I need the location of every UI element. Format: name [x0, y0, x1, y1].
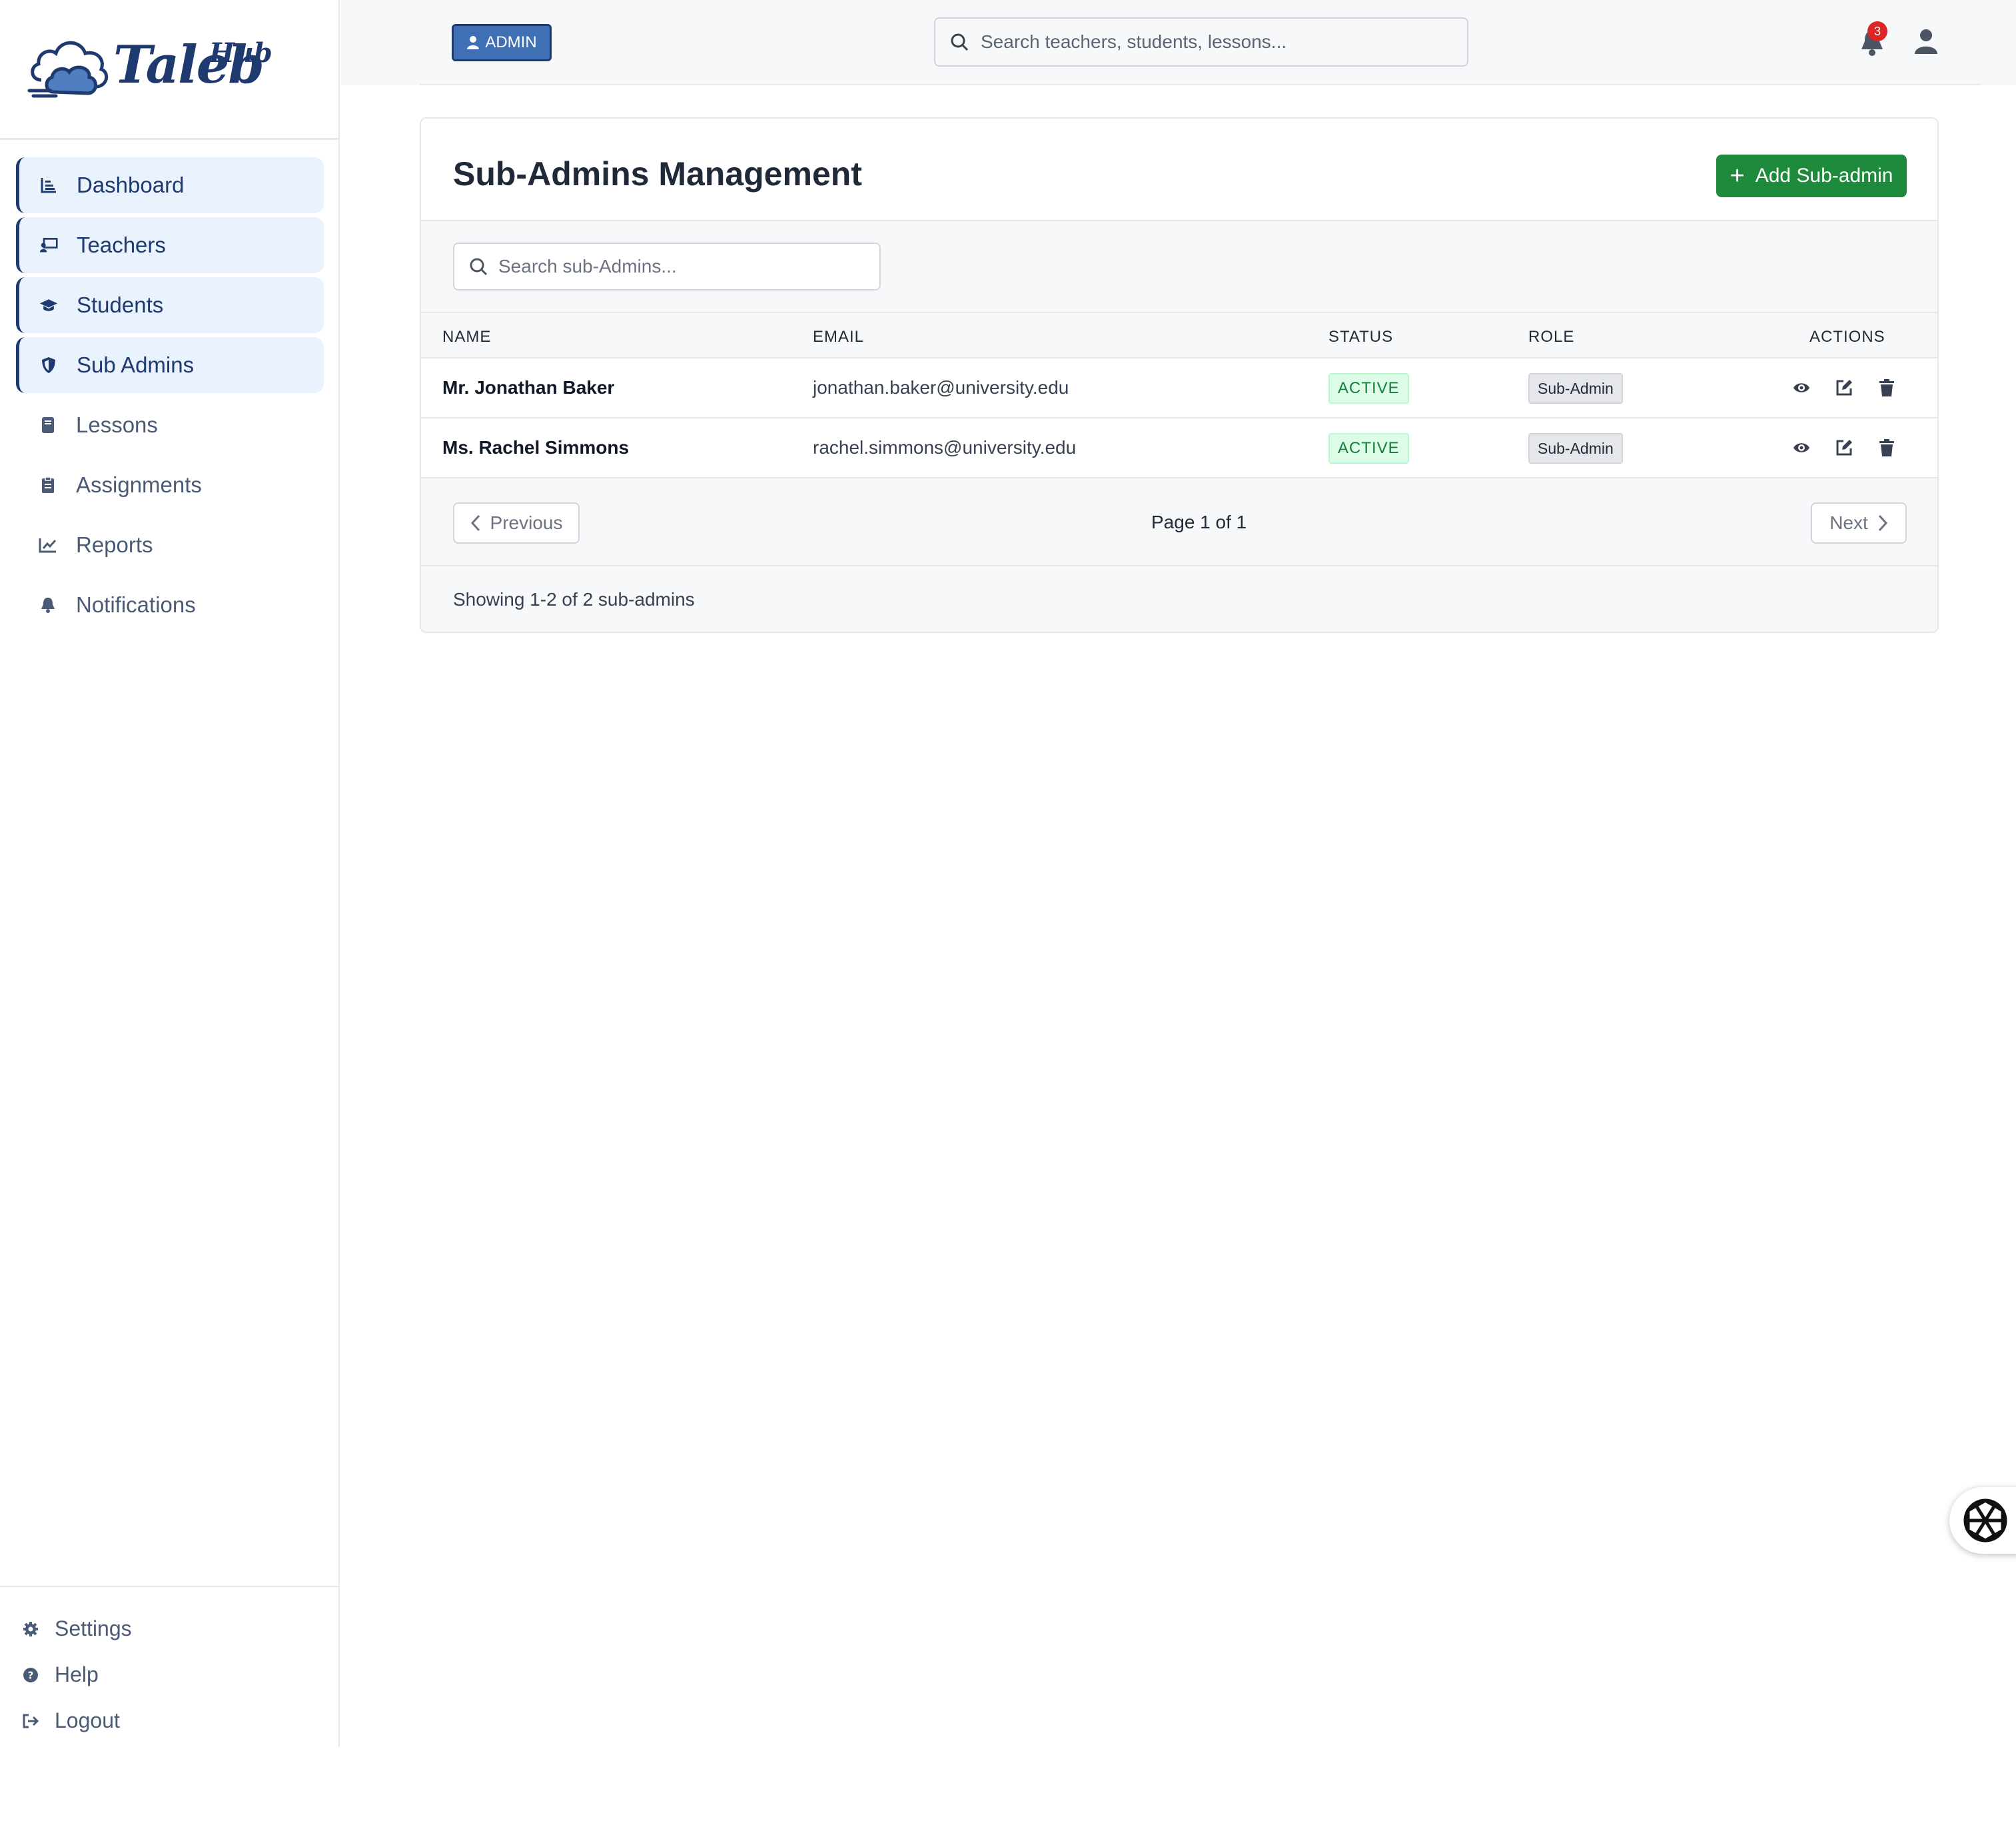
sidebar-item-label: Notifications: [76, 592, 196, 617]
add-sub-admin-button[interactable]: + Add Sub-admin: [1716, 155, 1907, 197]
add-sub-admin-label: Add Sub-admin: [1755, 165, 1893, 187]
role-badge: Sub-Admin: [1528, 373, 1623, 404]
sub-admin-name: Ms. Rachel Simmons: [442, 437, 630, 458]
search-icon: [951, 33, 969, 51]
search-icon: [470, 258, 488, 276]
user-shield-icon: [467, 36, 480, 49]
global-search-input[interactable]: [981, 31, 1447, 53]
plus-icon: +: [1730, 162, 1745, 190]
sidebar-item-teachers[interactable]: Teachers: [16, 217, 324, 273]
gear-icon: [21, 1620, 40, 1638]
sidebar-item-reports[interactable]: Reports: [16, 517, 324, 573]
logo[interactable]: Taleb Hub: [0, 0, 338, 140]
sidebar-item-notifications[interactable]: Notifications: [16, 577, 324, 633]
next-label: Next: [1829, 512, 1868, 533]
sidebar-item-label: Settings: [55, 1616, 132, 1640]
column-header-role[interactable]: ROLE: [1528, 328, 1574, 346]
sidebar: Taleb Hub Dashboard Teachers Students Su…: [0, 0, 340, 1747]
sub-admin-name: Mr. Jonathan Baker: [442, 377, 615, 398]
sidebar-item-label: Reports: [76, 532, 153, 557]
chevron-right-icon: [1878, 514, 1887, 532]
question-circle-icon: ?: [21, 1666, 40, 1684]
edit-icon[interactable]: [1835, 438, 1853, 457]
sub-admin-search-input[interactable]: [498, 256, 871, 277]
column-header-email[interactable]: EMAIL: [813, 328, 864, 346]
delete-trash-icon[interactable]: [1877, 378, 1896, 397]
sub-admin-search[interactable]: [453, 243, 881, 291]
assistant-knot-icon: [1963, 1499, 2007, 1542]
next-page-button[interactable]: Next: [1811, 502, 1907, 544]
sub-admin-email: rachel.simmons@university.edu: [813, 437, 1077, 458]
sidebar-item-label: Students: [77, 293, 164, 317]
view-eye-icon[interactable]: [1792, 438, 1811, 457]
sub-admin-email: jonathan.baker@university.edu: [813, 377, 1069, 398]
brand-superscript: Hub: [209, 37, 272, 69]
sidebar-footer: Settings ? Help Logout: [0, 1586, 340, 1744]
cloud-logo-icon: [27, 41, 109, 98]
header-divider: [420, 84, 1980, 85]
sidebar-item-label: Dashboard: [77, 173, 185, 197]
sidebar-item-label: Sub Admins: [77, 352, 195, 377]
column-header-status[interactable]: STATUS: [1328, 328, 1393, 346]
status-badge: ACTIVE: [1328, 433, 1409, 464]
notification-count-badge: 3: [1867, 21, 1887, 41]
line-chart-icon: [39, 536, 57, 554]
sub-admins-card: Sub-Admins Management + Add Sub-admin NA…: [420, 117, 1939, 633]
sidebar-item-label: Help: [55, 1662, 99, 1686]
sidebar-item-settings[interactable]: Settings: [0, 1606, 340, 1652]
view-eye-icon[interactable]: [1792, 378, 1811, 397]
global-search[interactable]: [934, 17, 1468, 67]
clipboard-icon: [39, 476, 57, 494]
sub-admins-table: NAME EMAIL STATUS ROLE ACTIONS Mr. Jonat…: [421, 312, 1937, 478]
delete-trash-icon[interactable]: [1877, 438, 1896, 457]
table-row[interactable]: Ms. Rachel Simmons rachel.simmons@univer…: [421, 418, 1937, 478]
sidebar-item-assignments[interactable]: Assignments: [16, 457, 324, 513]
sidebar-item-label: Logout: [55, 1708, 120, 1732]
book-icon: [39, 416, 57, 434]
sidebar-item-sub-admins[interactable]: Sub Admins: [16, 337, 324, 393]
previous-label: Previous: [490, 512, 563, 533]
chevron-left-icon: [470, 514, 480, 532]
previous-page-button[interactable]: Previous: [453, 502, 580, 544]
sidebar-nav: Dashboard Teachers Students Sub Admins L…: [16, 157, 324, 637]
sidebar-item-lessons[interactable]: Lessons: [16, 397, 324, 453]
sidebar-item-label: Lessons: [76, 412, 158, 437]
page-indicator: Page 1 of 1: [1151, 512, 1247, 532]
shield-icon: [39, 356, 58, 374]
edit-icon[interactable]: [1835, 378, 1853, 397]
sidebar-item-help[interactable]: ? Help: [0, 1652, 340, 1698]
page-title: Sub-Admins Management: [453, 155, 862, 193]
logout-icon: [21, 1712, 40, 1730]
sidebar-item-dashboard[interactable]: Dashboard: [16, 157, 324, 213]
status-badge: ACTIVE: [1328, 373, 1409, 404]
role-badge[interactable]: ADMIN: [452, 24, 552, 61]
role-badge-label: ADMIN: [485, 33, 537, 51]
column-header-actions: ACTIONS: [1809, 328, 1885, 346]
sidebar-item-label: Assignments: [76, 472, 202, 497]
graduation-cap-icon: [39, 296, 58, 314]
role-badge: Sub-Admin: [1528, 433, 1623, 464]
table-header: NAME EMAIL STATUS ROLE ACTIONS: [421, 312, 1937, 358]
column-header-name[interactable]: NAME: [442, 328, 491, 346]
user-profile-icon[interactable]: [1913, 28, 1939, 55]
pagination: Previous Page 1 of 1 Next: [421, 481, 1937, 566]
sidebar-item-label: Teachers: [77, 233, 166, 257]
table-row[interactable]: Mr. Jonathan Baker jonathan.baker@univer…: [421, 358, 1937, 418]
svg-text:?: ?: [28, 1669, 34, 1681]
chalkboard-teacher-icon: [39, 236, 58, 255]
bell-icon: [39, 596, 57, 614]
results-summary: Showing 1-2 of 2 sub-admins: [453, 589, 695, 610]
sidebar-item-students[interactable]: Students: [16, 277, 324, 333]
sidebar-item-logout[interactable]: Logout: [0, 1698, 340, 1744]
assistant-launcher[interactable]: [1949, 1487, 2016, 1554]
chart-bar-icon: [39, 176, 58, 195]
card-header: Sub-Admins Management + Add Sub-admin: [421, 119, 1937, 221]
